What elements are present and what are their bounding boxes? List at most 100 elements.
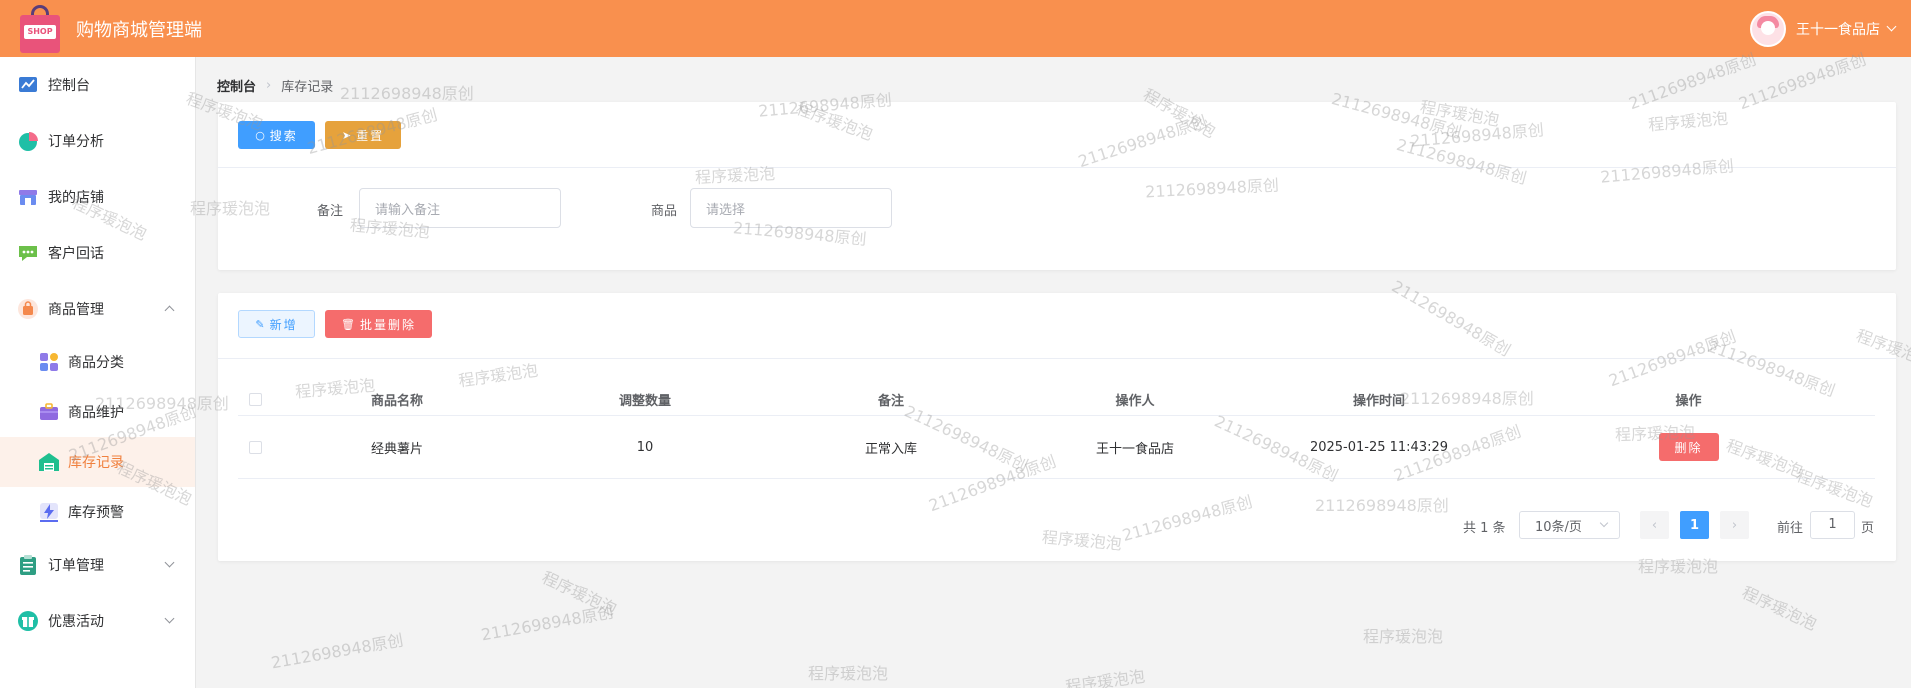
table-toolbar: ✎ 新增 🗑 批量删除 [218, 293, 1896, 359]
sidebar-item-my-store[interactable]: 我的店铺 [0, 169, 195, 225]
next-page-button[interactable]: › [1720, 511, 1749, 539]
select-all-checkbox[interactable] [248, 392, 262, 406]
watermark: 程序瑗泡泡 [539, 567, 620, 619]
sidebar-item-label: 控制台 [48, 78, 90, 94]
sidebar-item-label: 我的店铺 [48, 190, 104, 206]
sidebar-item-order-management[interactable]: 订单管理 [0, 537, 195, 593]
user-name[interactable]: 王十一食品店 [1796, 19, 1880, 39]
sidebar-item-label: 商品分类 [68, 355, 124, 371]
breadcrumb: 控制台 › 库存记录 [217, 76, 333, 95]
column-header: 备注 [877, 393, 904, 409]
chevron-left-icon: ‹ [1651, 517, 1658, 533]
sidebar-item-label: 客户回话 [48, 246, 104, 262]
shopping-bag-icon [17, 298, 39, 320]
product-label: 商品 [651, 204, 678, 219]
sidebar-item-label: 订单管理 [48, 558, 104, 574]
sidebar-item-label: 商品维护 [68, 405, 124, 421]
watermark: 程序瑗泡泡 [808, 664, 889, 683]
column-header: 调整数量 [618, 393, 671, 409]
sidebar-item-customer-chat[interactable]: 客户回话 [0, 225, 195, 281]
sidebar-item-stock-record[interactable]: 库存记录 [0, 437, 195, 487]
goto-label: 前往 [1777, 521, 1804, 536]
cell-qty: 10 [636, 439, 654, 455]
search-button[interactable]: ○ 搜索 [238, 121, 315, 149]
sidebar-item-label: 优惠活动 [48, 614, 104, 630]
sidebar-item-product-category[interactable]: 商品分类 [0, 337, 195, 387]
column-header: 操作时间 [1352, 393, 1405, 409]
sidebar-item-product-maintenance[interactable]: 商品维护 [0, 387, 195, 437]
product-select[interactable]: 请选择 [690, 188, 892, 228]
briefcase-icon [38, 401, 60, 423]
chevron-down-icon [1599, 518, 1609, 528]
sidebar: 控制台 订单分析 我的店铺 客户回话 商品管理 商品分类 商品维护 库存记录 库… [0, 57, 196, 688]
search-panel: ○ 搜索 ➤ 重置 备注 请输入备注 商品 请选择 [218, 102, 1896, 270]
app-title: 购物商城管理端 [76, 19, 202, 41]
sidebar-item-dashboard[interactable]: 控制台 [0, 57, 195, 113]
watermark: 程序瑗泡泡 [1064, 666, 1147, 688]
column-header: 操作人 [1115, 393, 1155, 409]
sidebar-item-label: 订单分析 [48, 134, 104, 150]
sidebar-item-order-analysis[interactable]: 订单分析 [0, 113, 195, 169]
send-icon: ➤ [341, 128, 352, 142]
warehouse-icon [38, 451, 60, 473]
chevron-right-icon: › [1731, 517, 1738, 533]
watermark: 2112698948原创 [340, 84, 474, 103]
pie-chart-icon [17, 130, 39, 152]
chat-bubble-icon [17, 242, 39, 264]
watermark: 程序瑗泡泡 [1363, 627, 1444, 646]
search-icon: ○ [255, 128, 265, 142]
trash-icon: 🗑 [341, 317, 355, 331]
remark-input[interactable]: 请输入备注 [359, 188, 561, 228]
store-icon [17, 186, 39, 208]
page-unit-label: 页 [1861, 521, 1875, 536]
table-row: 经典薯片 10 正常入库 王十一食品店 2025-01-25 11:43:29 … [238, 416, 1875, 479]
goto-page-input[interactable]: 1 [1810, 511, 1855, 539]
cell-time: 2025-01-25 11:43:29 [1309, 439, 1449, 455]
avatar[interactable] [1750, 10, 1786, 47]
logo-text: SHOP [24, 24, 56, 39]
chevron-up-icon [164, 305, 175, 316]
batch-delete-button[interactable]: 🗑 批量删除 [325, 310, 432, 338]
pagination-total: 共 1 条 [1463, 521, 1506, 536]
sidebar-item-stock-alert[interactable]: 库存预警 [0, 487, 195, 537]
sidebar-item-label: 库存预警 [68, 505, 124, 521]
column-header: 操作 [1675, 393, 1702, 409]
chevron-down-icon[interactable] [1886, 21, 1897, 32]
gift-icon [17, 610, 39, 632]
search-toolbar: ○ 搜索 ➤ 重置 [218, 102, 1896, 168]
lightning-alert-icon [38, 501, 60, 523]
edit-icon: ✎ [255, 317, 265, 331]
clipboard-icon [17, 554, 39, 576]
breadcrumb-separator-icon: › [266, 78, 272, 93]
chevron-down-icon [164, 557, 175, 568]
breadcrumb-home[interactable]: 控制台 [217, 76, 256, 95]
table-panel: ✎ 新增 🗑 批量删除 商品名称 调整数量 备注 操作人 操作时间 操作 经典薯… [218, 293, 1896, 561]
sidebar-item-promotions[interactable]: 优惠活动 [0, 593, 195, 649]
page-size-select[interactable]: 10条/页 [1519, 511, 1620, 539]
table-header: 商品名称 调整数量 备注 操作人 操作时间 操作 [238, 383, 1875, 416]
watermark: 2112698948原创 [269, 630, 405, 673]
sidebar-item-label: 商品管理 [48, 302, 104, 318]
delete-button[interactable]: 删除 [1658, 433, 1719, 461]
top-header: SHOP 购物商城管理端 王十一食品店 [0, 0, 1911, 57]
chevron-down-icon [164, 613, 175, 624]
chart-line-icon [17, 74, 39, 96]
row-checkbox[interactable] [248, 440, 262, 454]
cell-product-name: 经典薯片 [370, 441, 423, 457]
pagination: 共 1 条 10条/页 ‹ 1 › 前往 1 页 [218, 511, 1896, 539]
watermark: 程序瑗泡泡 [1739, 582, 1820, 634]
remark-label: 备注 [317, 204, 344, 219]
user-menu[interactable]: 王十一食品店 [1750, 0, 1897, 57]
reset-button[interactable]: ➤ 重置 [325, 121, 401, 149]
cell-remark: 正常入库 [864, 441, 917, 457]
watermark: 2112698948原创 [479, 602, 615, 645]
add-button[interactable]: ✎ 新增 [238, 310, 315, 338]
sidebar-item-label: 库存记录 [68, 455, 124, 471]
cell-operator: 王十一食品店 [1095, 441, 1174, 457]
column-header: 商品名称 [370, 393, 423, 409]
prev-page-button[interactable]: ‹ [1640, 511, 1669, 539]
sidebar-item-product-management[interactable]: 商品管理 [0, 281, 195, 337]
page-number-button[interactable]: 1 [1680, 511, 1709, 539]
category-grid-icon [38, 351, 60, 373]
breadcrumb-current: 库存记录 [281, 80, 334, 95]
